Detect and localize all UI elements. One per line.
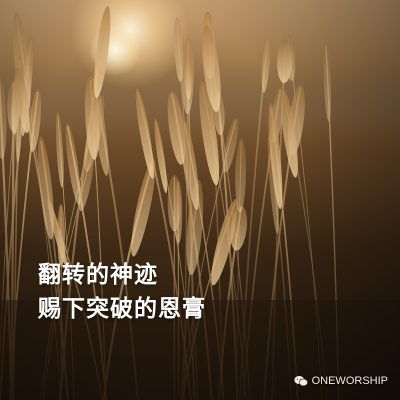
wechat-icon [293,376,308,387]
headline-text: 翻转的神迹 赐下突破的恩膏 [38,258,206,326]
photo-background: 翻转的神迹 赐下突破的恩膏 ONEWORSHIP [0,0,400,400]
headline-line-2: 赐下突破的恩膏 [38,296,206,322]
vignette-overlay [0,0,400,400]
watermark: ONEWORSHIP [293,375,388,387]
headline-line-1: 翻转的神迹 [38,262,158,288]
watermark-label: ONEWORSHIP [311,375,388,387]
